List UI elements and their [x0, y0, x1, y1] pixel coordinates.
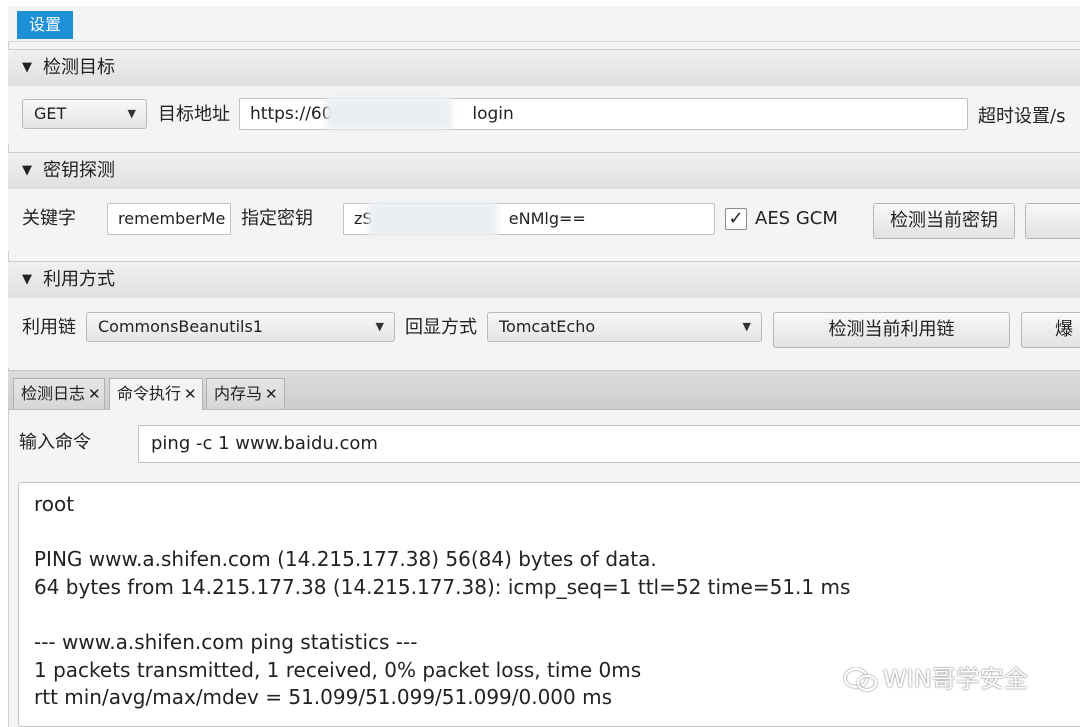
exploit-row: 利用链 CommonsBeanutils1 ▼ 回显方式 TomcatEcho …: [8, 298, 1080, 368]
brute-button-partial[interactable]: 爆: [1021, 312, 1080, 348]
url-suffix: login: [472, 104, 514, 124]
target-row: GET ▼ 目标地址 https://60 login 超时设置/s: [8, 86, 1080, 144]
tab-label: 内存马: [214, 384, 263, 403]
output-line: 64 bytes from 14.215.177.38 (14.215.177.…: [34, 574, 851, 599]
command-value: ping -c 1 www.baidu.com: [151, 433, 378, 454]
aes-gcm-checkbox[interactable]: ✓: [725, 208, 747, 230]
wechat-icon: [844, 668, 877, 691]
tab-command-exec[interactable]: 命令执行 ✕: [109, 378, 203, 410]
command-label: 输入命令: [19, 432, 91, 453]
key-section-title: 密钥探测: [43, 160, 115, 181]
method-select-value: GET: [34, 104, 67, 123]
menubar: 设置: [8, 6, 1080, 42]
redaction-blur: [326, 96, 452, 130]
tab-memshell[interactable]: 内存马 ✕: [206, 378, 285, 409]
close-icon[interactable]: ✕: [265, 385, 278, 403]
detect-key-button[interactable]: 检测当前密钥: [873, 203, 1015, 239]
collapse-triangle-icon: ▼: [22, 163, 32, 178]
output-line: --- www.a.shifen.com ping statistics ---: [34, 629, 418, 654]
keyword-label: 关键字: [22, 208, 76, 229]
exploit-section-header[interactable]: ▼ 利用方式: [8, 261, 1080, 299]
dropdown-arrow-icon: ▼: [742, 320, 751, 333]
command-input[interactable]: ping -c 1 www.baidu.com: [138, 425, 1080, 463]
watermark: WIN哥学安全: [843, 662, 1028, 696]
aes-gcm-label: AES GCM: [755, 208, 838, 229]
keyword-value: rememberMe: [118, 209, 226, 228]
url-prefix: https://60: [250, 104, 333, 124]
watermark-text: WIN哥学安全: [883, 665, 1028, 693]
key-section-header[interactable]: ▼ 密钥探测: [8, 152, 1080, 190]
detect-chain-button[interactable]: 检测当前利用链: [773, 312, 1010, 348]
exploit-section-title: 利用方式: [43, 269, 115, 290]
echo-select[interactable]: TomcatEcho ▼: [487, 312, 762, 342]
key-label: 指定密钥: [241, 208, 313, 229]
tab-bar: 检测日志 ✕ 命令执行 ✕ 内存马 ✕: [8, 370, 1080, 410]
key-suffix: eNMlg==: [508, 209, 586, 228]
timeout-label: 超时设置/s: [978, 106, 1066, 127]
tab-detect-log[interactable]: 检测日志 ✕: [13, 378, 105, 409]
tab-label: 命令执行: [117, 384, 182, 403]
output-line: PING www.a.shifen.com (14.215.177.38) 56…: [34, 547, 657, 572]
dropdown-arrow-icon: ▼: [127, 107, 136, 120]
echo-label: 回显方式: [405, 317, 477, 338]
output-line: root: [34, 492, 75, 516]
chain-select-value: CommonsBeanutils1: [98, 317, 263, 336]
dropdown-arrow-icon: ▼: [375, 320, 384, 333]
key-row: 关键字 rememberMe 指定密钥 zS eNMlg== ✓ AES GCM…: [8, 189, 1080, 251]
echo-select-value: TomcatEcho: [499, 317, 596, 336]
chain-label: 利用链: [22, 317, 76, 338]
method-select[interactable]: GET ▼: [22, 99, 147, 129]
redaction-blur: [368, 201, 498, 237]
collapse-triangle-icon: ▼: [22, 60, 32, 75]
chain-select[interactable]: CommonsBeanutils1 ▼: [86, 312, 395, 342]
next-button-partial[interactable]: [1025, 203, 1080, 239]
tab-label: 检测日志: [21, 384, 86, 403]
settings-menu[interactable]: 设置: [17, 11, 73, 39]
keyword-input[interactable]: rememberMe: [107, 203, 231, 235]
target-section-title: 检测目标: [43, 57, 115, 78]
close-icon[interactable]: ✕: [88, 385, 101, 403]
collapse-triangle-icon: ▼: [22, 272, 32, 287]
close-icon[interactable]: ✕: [184, 385, 197, 403]
url-label: 目标地址: [158, 104, 230, 125]
target-section-header[interactable]: ▼ 检测目标: [8, 49, 1080, 87]
